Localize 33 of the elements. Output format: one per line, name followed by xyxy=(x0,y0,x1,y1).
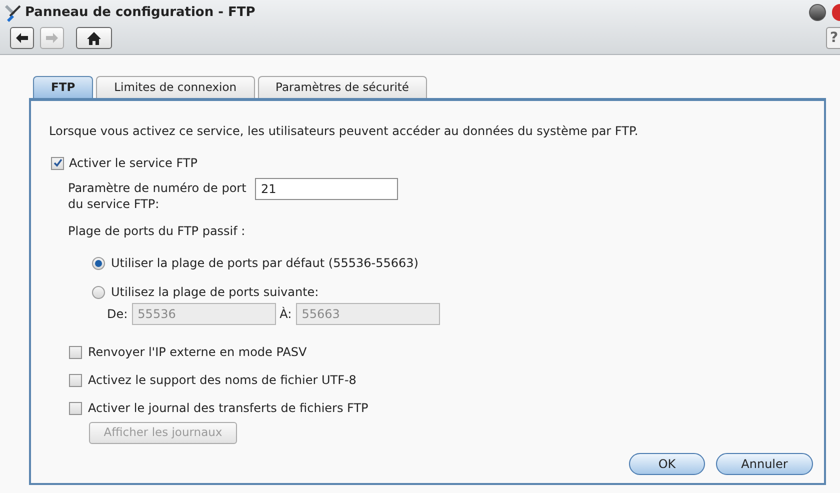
tools-icon xyxy=(4,4,22,22)
checkbox-label: Activer le journal des transferts de fichiers FTP xyxy=(88,400,368,417)
checkbox[interactable] xyxy=(51,156,64,170)
tab[interactable]: FTP xyxy=(33,76,94,98)
radio-button[interactable] xyxy=(92,286,105,298)
range-label: À: xyxy=(280,306,292,323)
back-button[interactable] xyxy=(10,27,34,49)
cancel-button[interactable]: Annuler xyxy=(716,453,813,475)
forward-arrow-icon xyxy=(45,32,59,44)
tab[interactable]: Paramètres de sécurité xyxy=(258,76,427,98)
minimize-button[interactable] xyxy=(809,4,826,21)
radio-button[interactable] xyxy=(92,256,105,270)
range-label: De: xyxy=(107,306,128,323)
port-field[interactable]: 21 xyxy=(255,178,398,200)
close-button[interactable] xyxy=(832,4,840,21)
description-text: Lorsque vous activez ce service, les utilisateurs peuvent accéder au données du système par FTP. xyxy=(49,123,640,140)
checkbox-label: Activer le service FTP xyxy=(69,155,198,172)
checkbox-label: Activez le support des noms de fichier UTF-8 xyxy=(88,372,356,389)
checkbox-label: Renvoyer l'IP externe en mode PASV xyxy=(88,344,307,361)
checkbox[interactable] xyxy=(69,374,82,386)
port-label: Paramètre de numéro de port du service FTP: xyxy=(68,180,248,212)
ok-button[interactable]: OK xyxy=(629,453,705,475)
home-icon xyxy=(87,32,101,44)
radio-label: Utilisez la plage de ports suivante: xyxy=(111,284,319,301)
checkbox[interactable] xyxy=(69,346,82,358)
back-arrow-icon xyxy=(15,32,29,44)
tab[interactable]: Limites de connexion xyxy=(96,76,255,98)
passive-range-label: Plage de ports du FTP passif : xyxy=(68,223,246,240)
window-title: Panneau de configuration - FTP xyxy=(25,4,256,22)
help-button[interactable]: ? xyxy=(826,27,840,49)
radio-label: Utiliser la plage de ports par défaut (55536-55663) xyxy=(111,255,418,272)
checkbox[interactable] xyxy=(69,402,82,414)
home-button[interactable] xyxy=(76,27,112,49)
